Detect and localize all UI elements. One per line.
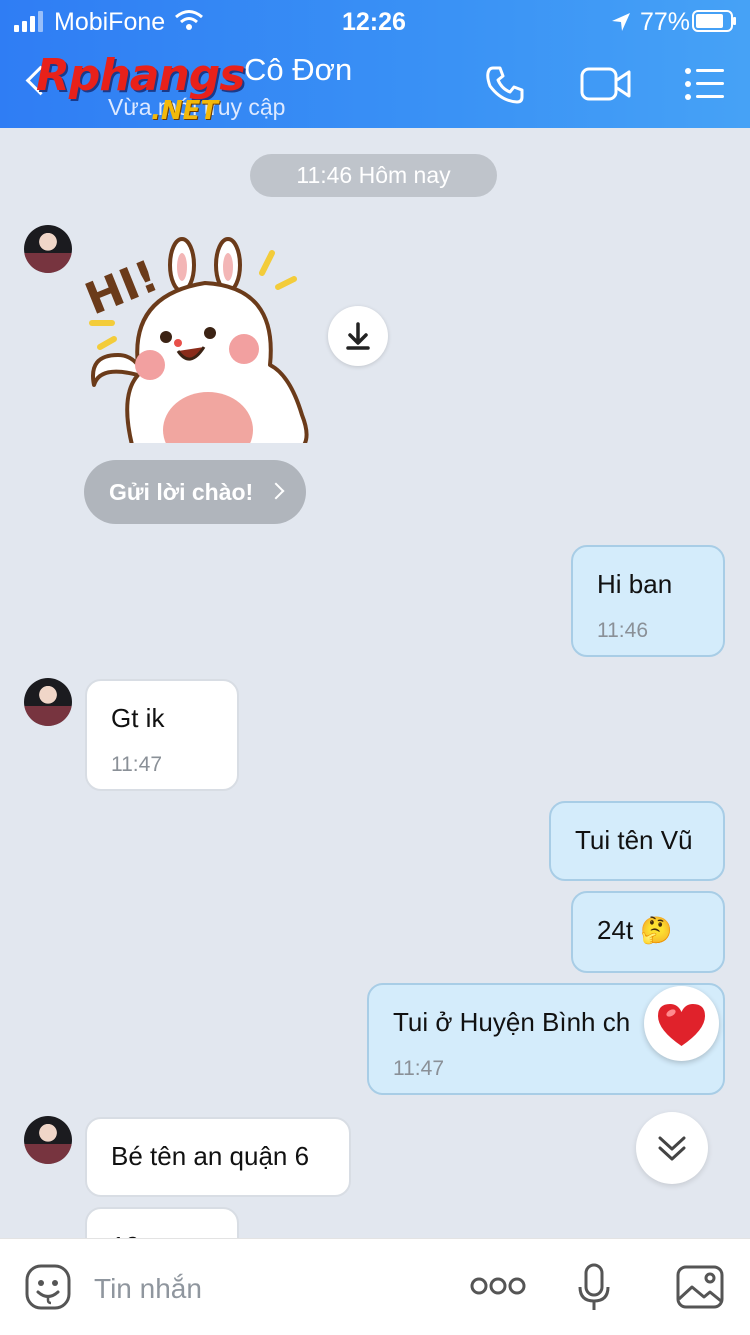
- message-text: Tui tên Vũ: [575, 825, 693, 855]
- message-bubble-sent[interactable]: Tui tên Vũ: [549, 801, 725, 881]
- date-separator: 11:46 Hôm nay: [250, 154, 497, 197]
- double-chevron-down-icon: [658, 1136, 686, 1161]
- message-input[interactable]: [94, 1269, 424, 1309]
- menu-icon[interactable]: [684, 66, 726, 102]
- signal-icon: [14, 10, 48, 32]
- more-icon[interactable]: [470, 1275, 526, 1297]
- scroll-to-bottom-button[interactable]: [636, 1112, 708, 1184]
- watermark-line1: Rphangs: [36, 50, 245, 101]
- message-time: 11:46: [597, 619, 648, 642]
- message-text: Gt ik: [111, 703, 165, 733]
- video-call-icon[interactable]: [580, 66, 632, 102]
- download-icon: [346, 322, 370, 350]
- image-icon[interactable]: [676, 1265, 724, 1309]
- watermark-logo: Rphangs .NET: [36, 50, 245, 126]
- clock: 12:26: [342, 8, 406, 36]
- message-bubble-sent[interactable]: Hi ban 11:46: [571, 545, 725, 657]
- heart-icon: [658, 1004, 705, 1046]
- chevron-right-icon: [267, 482, 285, 500]
- contact-name[interactable]: Cô Đơn: [244, 52, 352, 88]
- contact-avatar[interactable]: [24, 678, 72, 726]
- send-greeting-label: Gửi lời chào!: [109, 479, 254, 505]
- reaction-button[interactable]: [644, 986, 719, 1061]
- microphone-icon[interactable]: [576, 1263, 612, 1313]
- chat-header: MobiFone 12:26 77% Cô Đơn Vừa mới truy c…: [0, 0, 750, 128]
- message-text: 24t 🤔: [597, 915, 673, 945]
- message-composer: [0, 1238, 750, 1335]
- phone-icon[interactable]: [484, 64, 526, 106]
- sticker-icon[interactable]: [24, 1263, 72, 1311]
- contact-avatar[interactable]: [24, 225, 72, 273]
- status-bar: MobiFone 12:26 77%: [0, 0, 750, 42]
- message-bubble-received[interactable]: Gt ik 11:47: [85, 679, 239, 791]
- watermark-line2: .NET: [151, 96, 219, 126]
- bunny-sticker[interactable]: HI!: [80, 225, 320, 445]
- message-time: 11:47: [111, 753, 162, 776]
- battery-icon: [692, 10, 736, 32]
- message-bubble-received[interactable]: Bé tên an quận 6: [85, 1117, 351, 1197]
- message-text: Bé tên an quận 6: [111, 1141, 310, 1171]
- title-bar: Cô Đơn Vừa mới truy cập Rphangs .NET: [0, 44, 750, 128]
- wifi-icon: [175, 10, 203, 30]
- message-text: Tui ở Huyện Bình ch: [393, 1007, 631, 1037]
- battery-percent: 77%: [640, 8, 691, 36]
- location-arrow-icon: [612, 13, 630, 31]
- contact-avatar[interactable]: [24, 1116, 72, 1164]
- send-greeting-button[interactable]: Gửi lời chào!: [84, 460, 306, 524]
- download-button[interactable]: [328, 306, 388, 366]
- carrier-name: MobiFone: [54, 8, 166, 36]
- message-time: 11:47: [393, 1057, 444, 1080]
- message-bubble-sent[interactable]: 24t 🤔: [571, 891, 725, 973]
- message-text: Hi ban: [597, 569, 673, 599]
